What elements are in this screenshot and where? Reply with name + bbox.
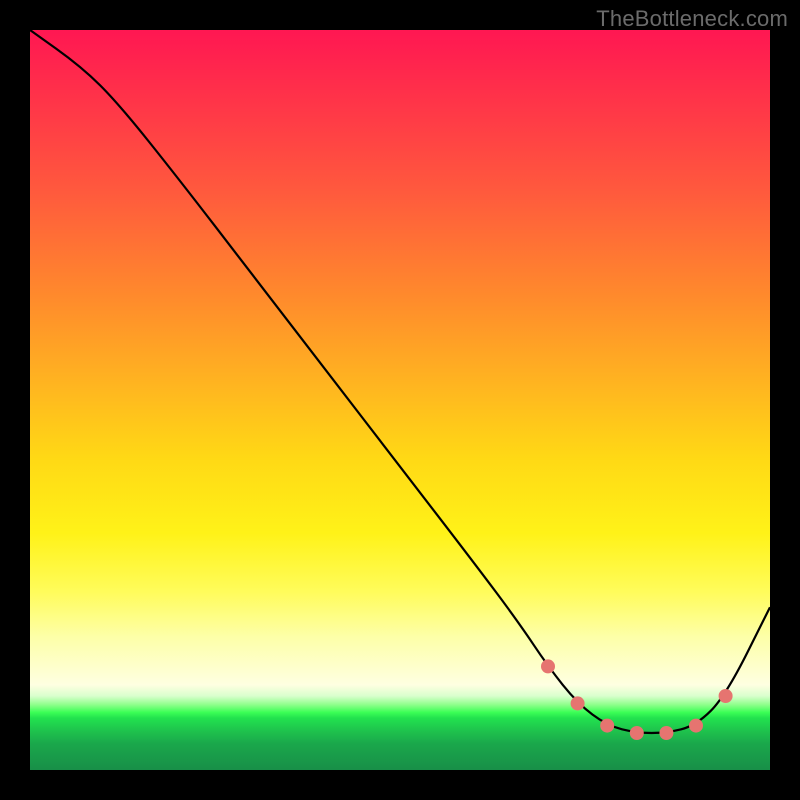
chart-frame: TheBottleneck.com [0,0,800,800]
data-point-marker [719,689,733,703]
data-point-marker [630,726,644,740]
data-point-marker [541,659,555,673]
bottleneck-curve [30,30,770,770]
data-point-marker [600,719,614,733]
chart-plot-area [30,30,770,770]
curve-path [30,30,770,733]
data-point-marker [659,726,673,740]
watermark-text: TheBottleneck.com [596,6,788,32]
data-point-marker [689,719,703,733]
data-point-marker [571,696,585,710]
